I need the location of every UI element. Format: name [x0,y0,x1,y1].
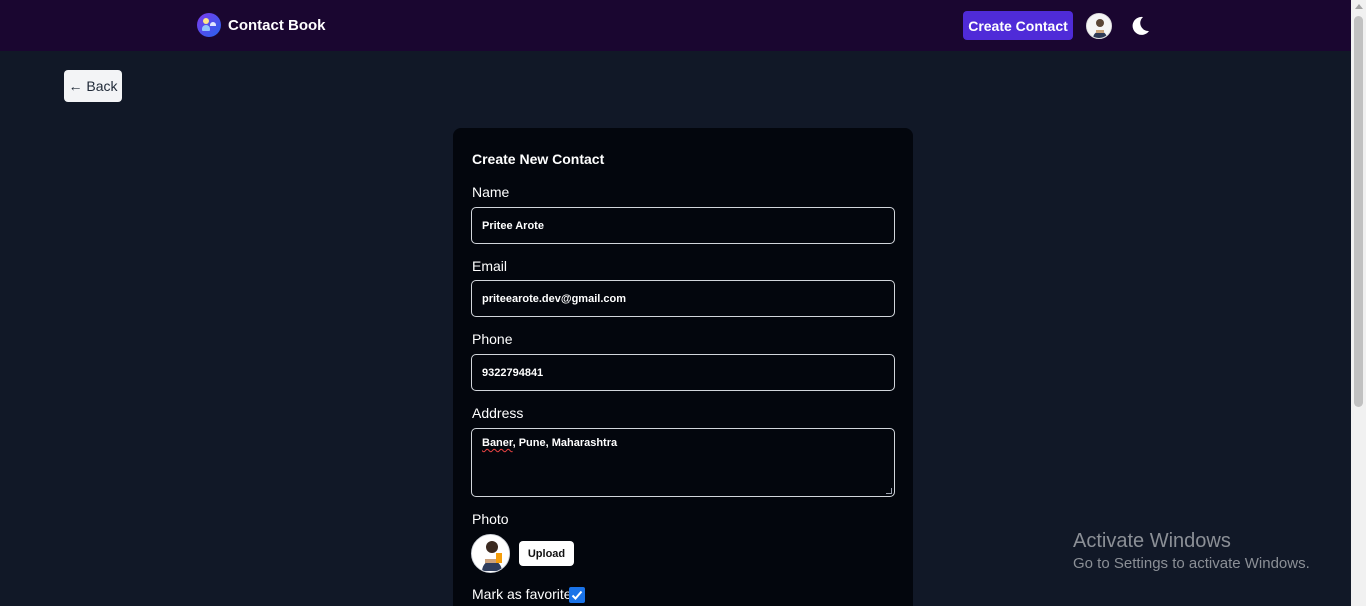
favorite-label: Mark as favorite [472,586,572,602]
windows-watermark-title: Activate Windows [1073,530,1231,552]
checkmark-icon [571,590,583,600]
favorite-checkbox[interactable] [569,587,585,603]
brand-title: Contact Book [228,16,326,34]
create-contact-form: Create New Contact Name Pritee Arote Ema… [453,128,913,606]
address-misspelled-word: Baner [482,437,513,449]
address-text: , Pune, Maharashtra [512,437,618,449]
resize-grip-icon[interactable] [886,488,892,494]
vertical-scrollbar[interactable] [1351,0,1366,606]
create-contact-button[interactable]: Create Contact [963,11,1073,40]
phone-label: Phone [472,331,513,347]
email-input[interactable]: priteearote.dev@gmail.com [471,280,895,317]
email-label: Email [472,258,508,274]
moon-icon[interactable] [1129,15,1151,37]
photo-label: Photo [472,511,509,527]
address-textarea[interactable]: Baner, Pune, Maharashtra [471,428,895,497]
top-navbar: Contact Book Create Contact [0,0,1351,51]
contact-photo [471,534,510,573]
user-avatar-icon[interactable] [1086,13,1112,39]
back-button[interactable]: ← Back [64,70,122,102]
address-label: Address [472,405,524,421]
name-input[interactable]: Pritee Arote [471,207,895,244]
contact-book-logo-icon [197,13,221,37]
scrollbar-thumb[interactable] [1354,16,1363,407]
scroll-up-arrow-icon[interactable] [1355,4,1363,9]
name-label: Name [472,184,510,200]
phone-input[interactable]: 9322794841 [471,354,895,391]
brand[interactable]: Contact Book [197,13,326,37]
upload-button[interactable]: Upload [519,541,574,566]
windows-watermark-subtitle: Go to Settings to activate Windows. [1073,555,1310,572]
form-title: Create New Contact [472,151,605,167]
